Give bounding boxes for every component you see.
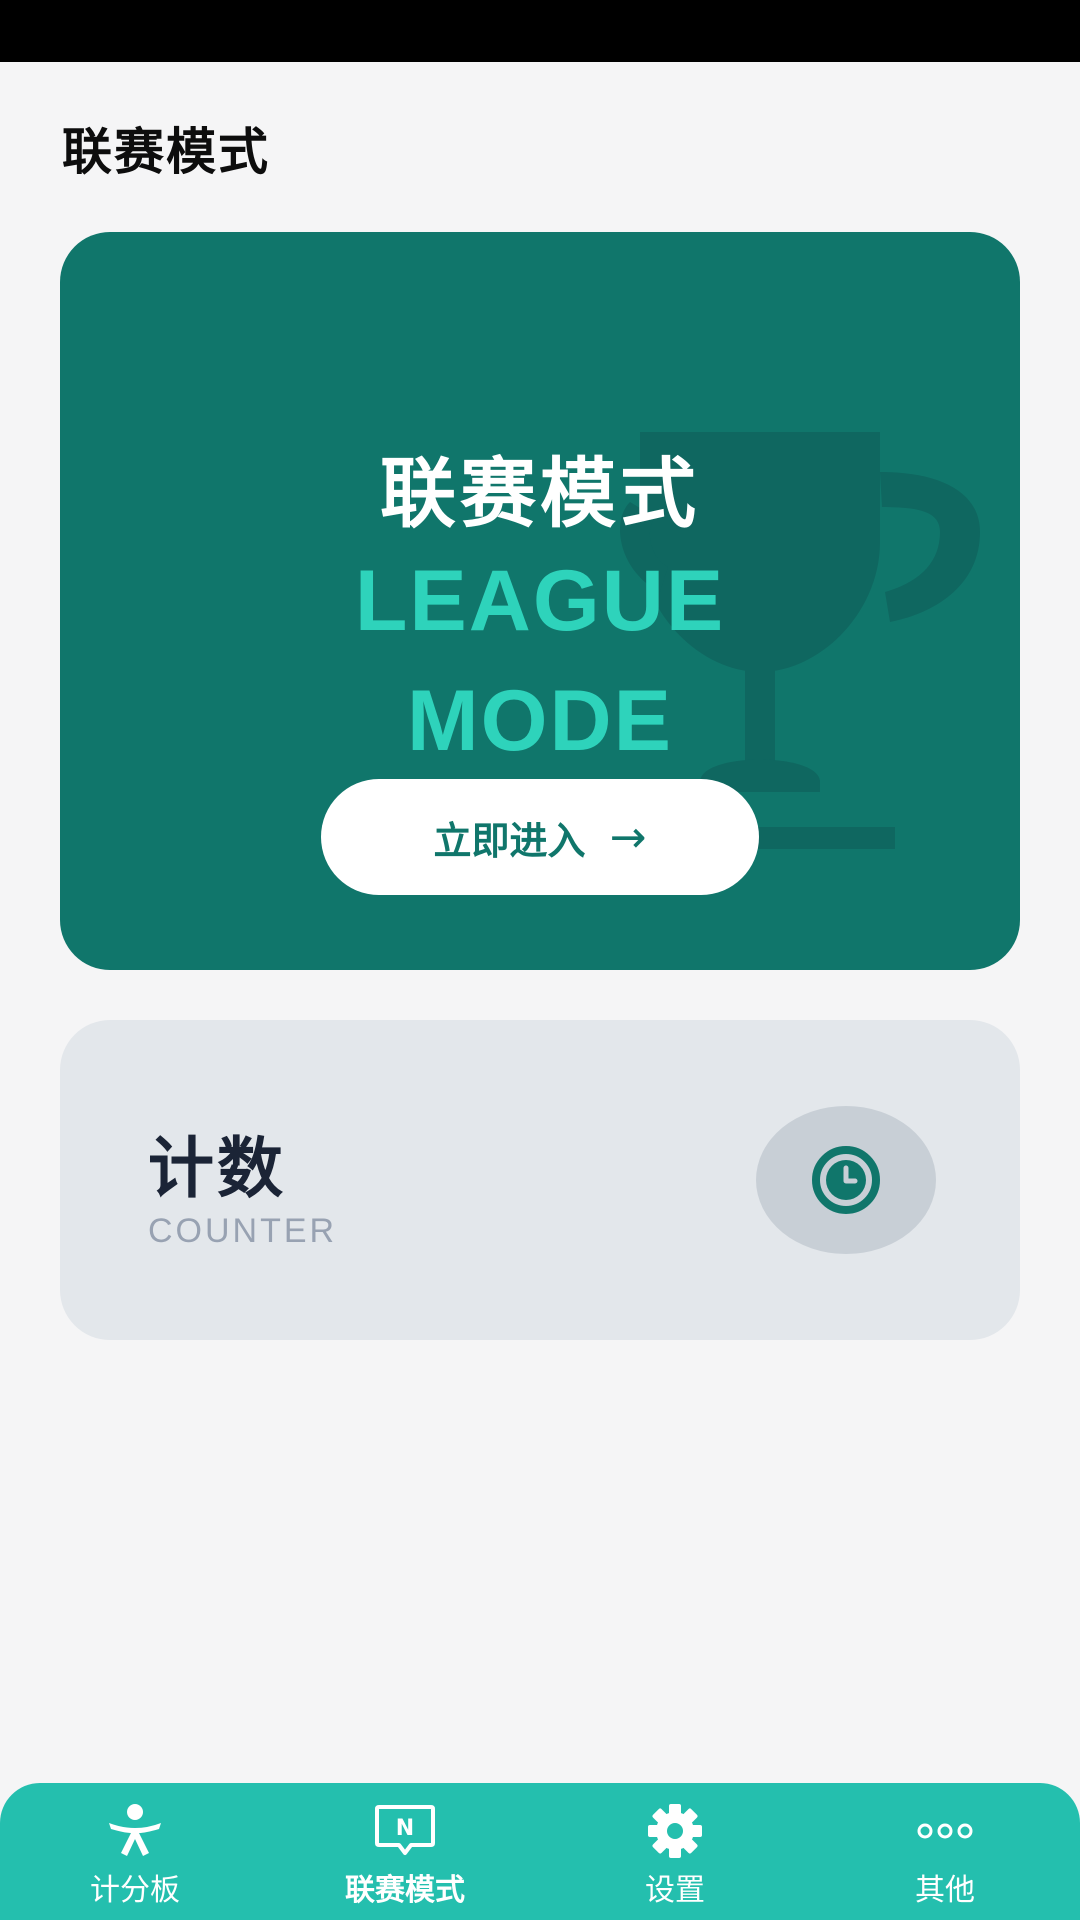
clock-icon: [812, 1146, 880, 1214]
league-card-title: 联赛模式: [380, 449, 700, 538]
nav-item-settings[interactable]: 设置: [540, 1783, 810, 1920]
status-bar: [0, 0, 1080, 62]
message-n-icon: N: [373, 1803, 437, 1859]
nav-label-settings: 设置: [645, 1873, 705, 1908]
nav-label-scoreboard: 计分板: [90, 1873, 180, 1908]
nav-label-other: 其他: [915, 1873, 975, 1908]
counter-card[interactable]: 计数 COUNTER: [60, 1020, 1020, 1340]
counter-title: 计数: [148, 1130, 286, 1207]
svg-text:N: N: [396, 1816, 414, 1841]
bottom-navigation: 计分板 N 联赛模式 设置 其他: [0, 1783, 1080, 1920]
nav-item-other[interactable]: 其他: [810, 1783, 1080, 1920]
counter-icon-button[interactable]: [756, 1106, 936, 1254]
league-card-subtitle-line2: MODE: [407, 673, 673, 769]
nav-item-scoreboard[interactable]: 计分板: [0, 1783, 270, 1920]
nav-item-league[interactable]: N 联赛模式: [270, 1783, 540, 1920]
gear-icon: [643, 1803, 707, 1859]
more-icon: [913, 1803, 977, 1859]
counter-subtitle: COUNTER: [148, 1212, 338, 1250]
person-icon: [103, 1803, 167, 1859]
arrow-right-icon: →: [609, 811, 647, 863]
enter-now-button[interactable]: 立即进入 →: [321, 779, 759, 895]
nav-label-league: 联赛模式: [345, 1873, 465, 1908]
page-title: 联赛模式: [62, 123, 270, 181]
league-mode-card[interactable]: 联赛模式 LEAGUE MODE 立即进入 →: [60, 232, 1020, 970]
enter-now-label: 立即进入: [433, 818, 586, 863]
league-card-subtitle-line1: LEAGUE: [354, 553, 726, 649]
